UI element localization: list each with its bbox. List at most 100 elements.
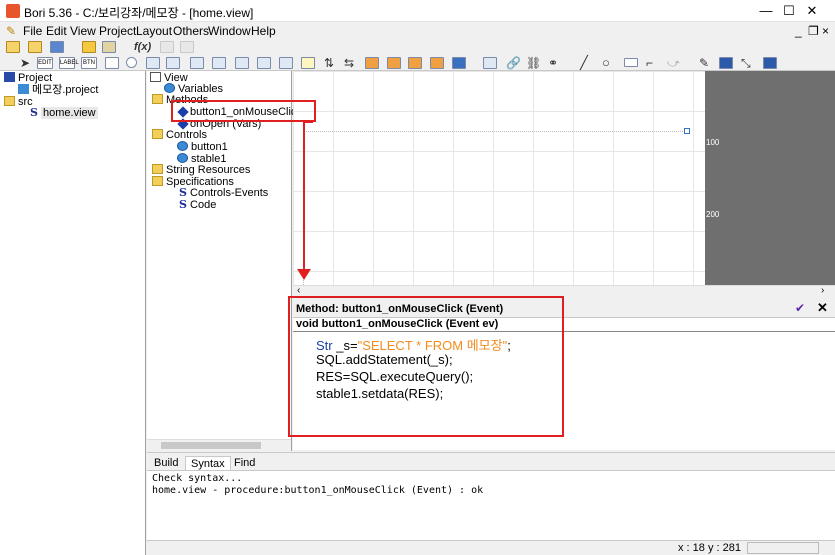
menu-help[interactable]: Help — [251, 24, 276, 38]
splitter-v-icon[interactable]: ⇅ — [324, 56, 334, 70]
arrow-head-icon — [297, 269, 311, 280]
resize-icon[interactable]: ⤡ — [741, 56, 751, 71]
cursor-coordinates: x : 18 y : 281 — [678, 542, 741, 554]
tree-item-controls[interactable]: Controls — [152, 129, 207, 141]
menu-file[interactable]: File — [23, 24, 42, 38]
tab-find[interactable]: Find — [229, 456, 260, 471]
dialog-control-icon[interactable] — [257, 57, 271, 69]
folder-icon — [152, 164, 163, 174]
rectangle-tool-icon[interactable] — [624, 58, 638, 67]
frame-control-icon[interactable] — [212, 57, 226, 69]
project-icon — [4, 72, 15, 82]
mdi-minimize-button[interactable]: _ — [795, 24, 802, 38]
project-file-icon — [18, 84, 29, 94]
combobox-control-icon[interactable] — [166, 57, 180, 69]
align-icon[interactable] — [763, 57, 777, 69]
image-control-icon[interactable] — [452, 57, 466, 69]
tree-item-src[interactable]: src — [4, 96, 33, 108]
project-tree-panel: Project 메모장.project src S home.view — [0, 71, 146, 555]
close-button[interactable]: ✕ — [789, 0, 835, 22]
button-control-icon[interactable]: BTN — [81, 57, 97, 69]
folder-icon — [4, 96, 15, 106]
label-control-icon[interactable]: LABEL — [59, 57, 79, 69]
tree-item-button1[interactable]: button1 — [177, 141, 228, 153]
disabled-tool-icon — [180, 41, 194, 53]
tree-item-project[interactable]: Project — [4, 72, 52, 84]
splitter-h-icon[interactable]: ⇆ — [344, 56, 354, 70]
tree-item-project-file[interactable]: 메모장.project — [18, 84, 98, 96]
main-toolbar: f(x) — [0, 39, 835, 56]
tree-item-code[interactable]: S Code — [179, 199, 216, 212]
tree-item-home-view[interactable]: S home.view — [30, 107, 98, 119]
run-icon[interactable] — [102, 41, 116, 53]
unlink-icon[interactable]: ⚭ — [548, 56, 558, 70]
color-picker-icon[interactable]: ✎ — [699, 56, 709, 70]
ellipse-tool-icon[interactable]: ○ — [602, 55, 610, 70]
link-icon[interactable]: 🔗 — [506, 56, 521, 70]
folder-icon — [152, 94, 163, 104]
move-icon[interactable] — [719, 57, 733, 69]
chain-icon[interactable]: ⛓ — [526, 56, 541, 70]
title-bar: Bori 5.36 - C:/보리강좌/메모장 - [home.view] — … — [0, 0, 835, 22]
connector-tool-icon[interactable]: ⌐ — [646, 56, 653, 70]
ruler-tick: 100 — [706, 138, 720, 147]
line-tool-icon[interactable]: ╱ — [580, 55, 588, 71]
function-icon[interactable]: f(x) — [134, 41, 151, 53]
menu-project[interactable]: Project — [99, 24, 136, 38]
control-icon — [177, 141, 188, 151]
checkbox-control-icon[interactable] — [105, 57, 119, 69]
resize-handle[interactable] — [684, 128, 690, 134]
table-control-icon[interactable] — [365, 57, 379, 69]
window-control-icon[interactable] — [235, 57, 249, 69]
output-panel: Check syntax... home.view - procedure:bu… — [147, 470, 835, 540]
design-canvas[interactable] — [293, 71, 705, 291]
tree-hscrollbar[interactable] — [147, 439, 291, 451]
listbox-control-icon[interactable] — [146, 57, 160, 69]
folder-icon — [152, 176, 163, 186]
controls-toolbar: ➤ EDIT LABEL BTN ⇅ ⇆ 🔗 ⛓ ⚭ ╱ ○ ⌐ ⤻ ✎ ⤡ — [0, 55, 835, 71]
menu-edit[interactable]: Edit — [46, 24, 67, 38]
menu-layout[interactable]: Layout — [136, 24, 172, 38]
build-icon[interactable] — [82, 41, 96, 53]
text-control-icon[interactable] — [301, 57, 315, 69]
radio-control-icon[interactable] — [126, 57, 137, 68]
sheet-control-icon[interactable] — [408, 57, 422, 69]
scroll-right-icon[interactable]: › — [821, 285, 824, 296]
view-icon — [150, 72, 161, 82]
save-icon[interactable] — [50, 41, 64, 53]
tree-item-controls-events[interactable]: S Controls-Events — [179, 187, 268, 200]
output-line: Check syntax... — [152, 473, 243, 484]
menu-view[interactable]: View — [70, 24, 96, 38]
open-folder-icon[interactable] — [28, 41, 42, 53]
tab-control-icon[interactable] — [483, 57, 497, 69]
disabled-tool-icon — [160, 41, 174, 53]
layout-control-icon[interactable] — [279, 57, 293, 69]
mdi-restore-button[interactable]: ❐ — [808, 24, 819, 38]
tree-item-string-resources[interactable]: String Resources — [152, 164, 250, 176]
check-icon[interactable]: ✔ — [795, 301, 805, 315]
scrollbar-thumb[interactable] — [161, 442, 261, 449]
menu-bar: ✎ File Edit View Project Layout Others W… — [0, 22, 835, 39]
control-icon — [177, 153, 188, 163]
panel-control-icon[interactable] — [190, 57, 204, 69]
pointer-icon[interactable]: ➤ — [20, 56, 30, 70]
menu-others[interactable]: Others — [173, 24, 209, 38]
tab-build[interactable]: Build — [149, 456, 183, 471]
window-title: Bori 5.36 - C:/보리강좌/메모장 - [home.view] — [24, 6, 254, 20]
view-tree-panel: View Variables Methods button1_onMouseCl… — [147, 71, 316, 451]
close-icon[interactable]: ✕ — [817, 300, 828, 316]
tab-syntax[interactable]: Syntax — [185, 456, 231, 471]
new-project-icon[interactable] — [6, 41, 20, 53]
status-field — [747, 542, 819, 554]
curve-tool-icon[interactable]: ⤻ — [667, 56, 680, 71]
scroll-left-icon[interactable]: ‹ — [297, 285, 300, 296]
edit-control-icon[interactable]: EDIT — [37, 57, 53, 69]
grid-control-icon[interactable] — [387, 57, 401, 69]
stable-control-icon[interactable] — [430, 57, 444, 69]
variable-icon — [164, 83, 175, 93]
mdi-close-button[interactable]: × — [822, 24, 829, 38]
menu-window[interactable]: Window — [208, 24, 251, 38]
status-bar: x : 18 y : 281 — [147, 540, 835, 555]
vertical-ruler: 100 200 — [705, 71, 835, 285]
menu-app-icon[interactable]: ✎ — [6, 24, 16, 38]
